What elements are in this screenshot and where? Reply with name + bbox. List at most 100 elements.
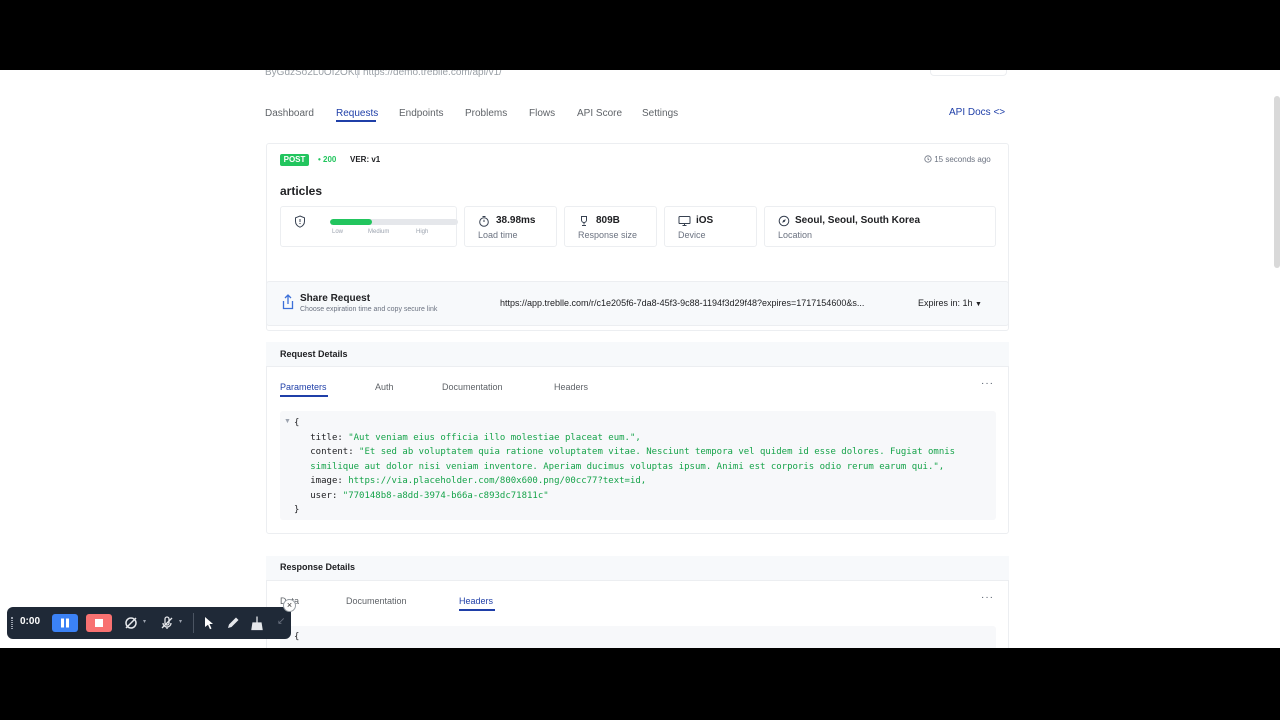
request-details-header [266, 342, 1009, 367]
json-val-title: "Aut veniam eius officia illo molestiae … [348, 432, 641, 443]
status-code-value: 200 [323, 155, 337, 164]
browser-viewport: ByGdzSo2L0Of2OKu https://demo.treblle.co… [0, 70, 1280, 648]
time-ago: 15 seconds ago [924, 154, 991, 166]
pause-icon [61, 618, 69, 628]
monitor-icon [678, 216, 691, 226]
device-value: iOS [696, 215, 714, 226]
tab-response-documentation[interactable]: Documentation [346, 596, 407, 606]
json-close: } [294, 505, 300, 515]
tab-documentation[interactable]: Documentation [442, 382, 503, 392]
expires-dropdown[interactable]: Expires in: 1h ▼ [918, 298, 982, 308]
threat-label-high: High [416, 229, 429, 235]
share-url[interactable]: https://app.treblle.com/r/c1e205f6-7da8-… [500, 298, 864, 308]
response-tab-indicator [459, 609, 495, 611]
header-widget[interactable] [930, 70, 1007, 76]
response-json-open: { [294, 632, 300, 642]
tab-response-headers[interactable]: Headers [459, 596, 493, 606]
trophy-icon [581, 216, 587, 226]
request-details-title: Request Details [280, 349, 348, 359]
pause-button[interactable] [52, 614, 78, 632]
api-docs-label: API Docs [949, 107, 991, 118]
json-key-title: title: [310, 432, 343, 443]
json-key-content: content: [310, 447, 354, 457]
recording-time: 0:00 [20, 616, 41, 627]
clock-icon [924, 155, 932, 163]
tab-api-score[interactable]: API Score [577, 108, 622, 119]
load-time-label: Load time [478, 230, 518, 240]
page-scrollbar[interactable] [1274, 96, 1280, 268]
share-title: Share Request [300, 293, 371, 304]
mic-caret-icon[interactable]: ▾ [179, 618, 182, 625]
camera-caret-icon[interactable]: ▾ [143, 618, 146, 625]
threat-label-medium: Medium [368, 229, 390, 235]
caret-down-icon: ▼ [975, 301, 982, 308]
response-size-card: 809B Response size [564, 206, 657, 247]
compass-icon [778, 215, 790, 227]
response-size-label: Response size [578, 230, 638, 240]
version-label: VER: v1 [350, 155, 381, 164]
tab-parameters[interactable]: Parameters [280, 382, 327, 392]
base-url: https://demo.treblle.com/api/v1/ [363, 70, 502, 78]
load-time-value: 38.98ms [496, 215, 536, 226]
request-body-code: { title: "Aut veniam eius officia illo m… [294, 416, 955, 518]
camera-off-icon[interactable] [123, 615, 139, 631]
load-time-card: 38.98ms Load time [464, 206, 557, 247]
pen-icon[interactable] [225, 615, 241, 631]
time-ago-text: 15 seconds ago [934, 155, 991, 164]
endpoint-title: articles [280, 184, 323, 198]
stop-button[interactable] [86, 614, 112, 632]
method-badge: POST [280, 154, 309, 166]
device-label: Device [678, 230, 706, 240]
location-label: Location [778, 230, 813, 240]
response-size-value: 809B [596, 215, 620, 226]
code-icon: <> [993, 107, 1006, 118]
threat-level-card: Low Medium High [280, 206, 458, 247]
shield-icon [295, 215, 305, 228]
recorder-toolbar: 0:00 ▾ ▾ ↙ [7, 607, 291, 639]
json-val-image[interactable]: https://via.placeholder.com/800x600.png/… [348, 476, 646, 486]
api-docs-link[interactable]: API Docs <> [949, 107, 1005, 118]
request-tab-indicator [280, 395, 328, 397]
json-open: { [294, 418, 300, 428]
response-body-panel [280, 626, 996, 648]
toolbar-divider [193, 613, 194, 633]
tab-settings[interactable]: Settings [642, 108, 678, 119]
response-more-options-icon[interactable]: ··· [981, 592, 994, 603]
location-value: Seoul, Seoul, South Korea [795, 215, 921, 226]
tab-requests[interactable]: Requests [336, 108, 378, 119]
cursor-icon[interactable] [201, 615, 217, 631]
tab-auth[interactable]: Auth [375, 382, 394, 392]
threat-level-fill [330, 219, 373, 225]
json-val-content-2: similique aut dolor nisi veniam inventor… [310, 461, 945, 472]
json-val-content-1: "Et sed ab voluptatem quia ratione volup… [359, 447, 956, 457]
tab-headers[interactable]: Headers [554, 382, 588, 392]
json-key-image: image: [310, 476, 343, 486]
json-key-user: user: [310, 490, 338, 501]
share-icon[interactable] [281, 294, 295, 310]
active-tab-indicator [336, 120, 376, 122]
expires-value: Expires in: 1h [918, 298, 973, 308]
threat-level-bar [330, 219, 458, 225]
device-card: iOS Device [664, 206, 757, 247]
tab-problems[interactable]: Problems [465, 108, 507, 119]
json-val-user: "770148b8-a8dd-3974-b66a-c893dc71811c" [342, 490, 549, 501]
project-id: ByGdzSo2L0Of2OKu [265, 70, 361, 78]
recorder-close-icon[interactable]: × [283, 599, 296, 612]
broom-icon[interactable] [249, 615, 265, 631]
tab-endpoints[interactable]: Endpoints [399, 108, 443, 119]
recorder-extra-icon[interactable]: ↙ [277, 616, 285, 627]
stop-icon [95, 619, 103, 627]
response-details-title: Response Details [280, 562, 356, 572]
tab-flows[interactable]: Flows [529, 108, 555, 119]
tab-dashboard[interactable]: Dashboard [265, 108, 314, 119]
header-divider [357, 70, 358, 78]
status-code: • 200 [318, 155, 337, 164]
more-options-icon[interactable]: ··· [981, 378, 994, 389]
collapse-icon[interactable]: ▼ [284, 418, 291, 425]
response-details-header [266, 556, 1009, 581]
drag-handle[interactable] [11, 617, 13, 629]
threat-label-low: Low [332, 229, 344, 235]
mic-off-icon[interactable] [159, 615, 175, 631]
share-subtitle: Choose expiration time and copy secure l… [300, 306, 438, 313]
location-card: Seoul, Seoul, South Korea Location [764, 206, 996, 247]
